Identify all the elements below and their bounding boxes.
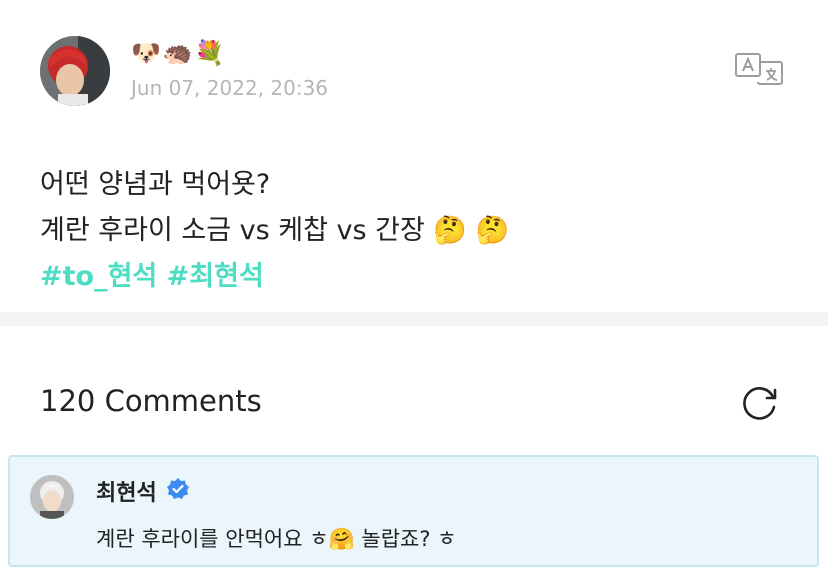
comments-count-heading: 120 Comments <box>40 384 262 418</box>
post-text-line: 어떤 양념과 먹어욧? <box>40 169 271 200</box>
hashtag-link[interactable]: #최현석 <box>167 261 264 292</box>
post-card: 🐶🦔💐 Jun 07, 2022, 20:36 어떤 양념과 먹어욧? 계란 후… <box>0 0 828 312</box>
commenter-avatar[interactable] <box>30 475 74 519</box>
hashtag-row: #to_현석 #최현석 <box>40 254 509 300</box>
post-body: 어떤 양념과 먹어욧? 계란 후라이 소금 vs 케찹 vs 간장 🤔 🤔 #t… <box>40 162 509 300</box>
verified-badge-icon <box>166 477 190 501</box>
emoji-row: 🐶🦔💐 <box>131 39 227 67</box>
refresh-icon[interactable] <box>740 383 780 423</box>
post-text-line: 계란 후라이 소금 vs 케찹 vs 간장 🤔 🤔 <box>40 215 510 246</box>
translate-icon[interactable] <box>733 50 785 86</box>
comment-text: 계란 후라이를 안먹어요 ㅎ🤗 놀랍죠? ㅎ <box>96 527 457 551</box>
comment-card[interactable]: 최현석 계란 후라이를 안먹어요 ㅎ🤗 놀랍죠? ㅎ <box>8 455 819 567</box>
author-avatar[interactable] <box>40 36 110 106</box>
commenter-name: 최현석 <box>96 481 157 506</box>
post-timestamp: Jun 07, 2022, 20:36 <box>131 76 329 100</box>
section-divider <box>0 312 828 326</box>
hashtag-link[interactable]: #to_현석 <box>40 261 157 292</box>
